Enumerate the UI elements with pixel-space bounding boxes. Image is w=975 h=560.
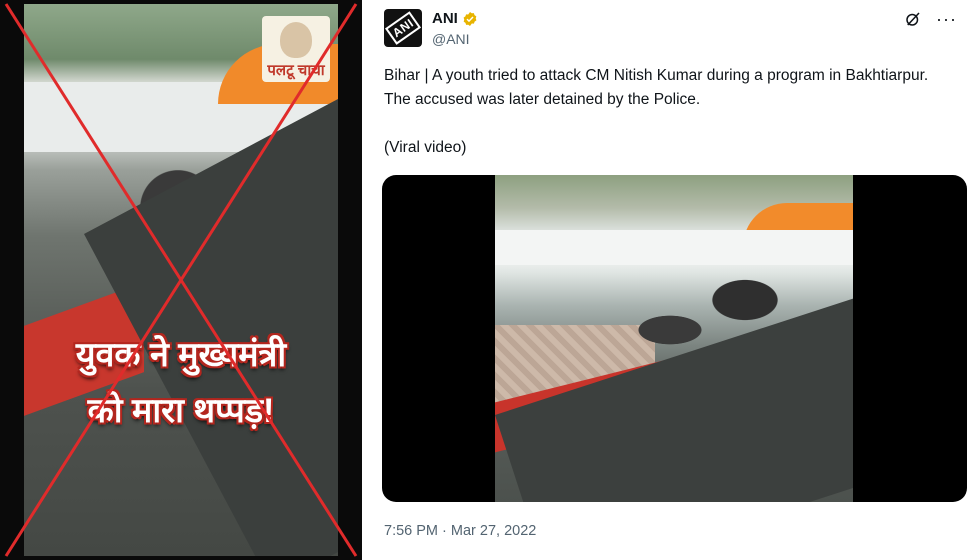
- tweet-card: ANI ANI @ANI ··· Bihar | A youth tried t…: [362, 0, 975, 560]
- tweet-text-viral-label: (Viral video): [384, 139, 467, 156]
- avatar[interactable]: ANI: [384, 9, 422, 47]
- author-row: ANI: [432, 10, 478, 27]
- grok-icon[interactable]: [904, 10, 922, 28]
- more-icon[interactable]: ···: [936, 10, 957, 28]
- ani-logo: ANI: [384, 11, 422, 45]
- tweet-text: Bihar | A youth tried to attack CM Nitis…: [384, 67, 929, 108]
- tweet-body: Bihar | A youth tried to attack CM Nitis…: [384, 64, 944, 184]
- red-cross-mark: [4, 3, 358, 557]
- tweet-timestamp[interactable]: 7:56 PM · Mar 27, 2022: [384, 523, 536, 539]
- author-name[interactable]: ANI: [432, 10, 458, 27]
- tweet-actions: ···: [904, 10, 957, 28]
- tweet-video[interactable]: [382, 175, 967, 502]
- verified-badge-icon: [463, 11, 477, 26]
- author-handle[interactable]: @ANI: [432, 31, 470, 47]
- video-frame: [495, 175, 853, 502]
- viral-video-frame: पलटू चाचा युवक ने मुख्यमंत्री को मारा थप…: [0, 0, 362, 560]
